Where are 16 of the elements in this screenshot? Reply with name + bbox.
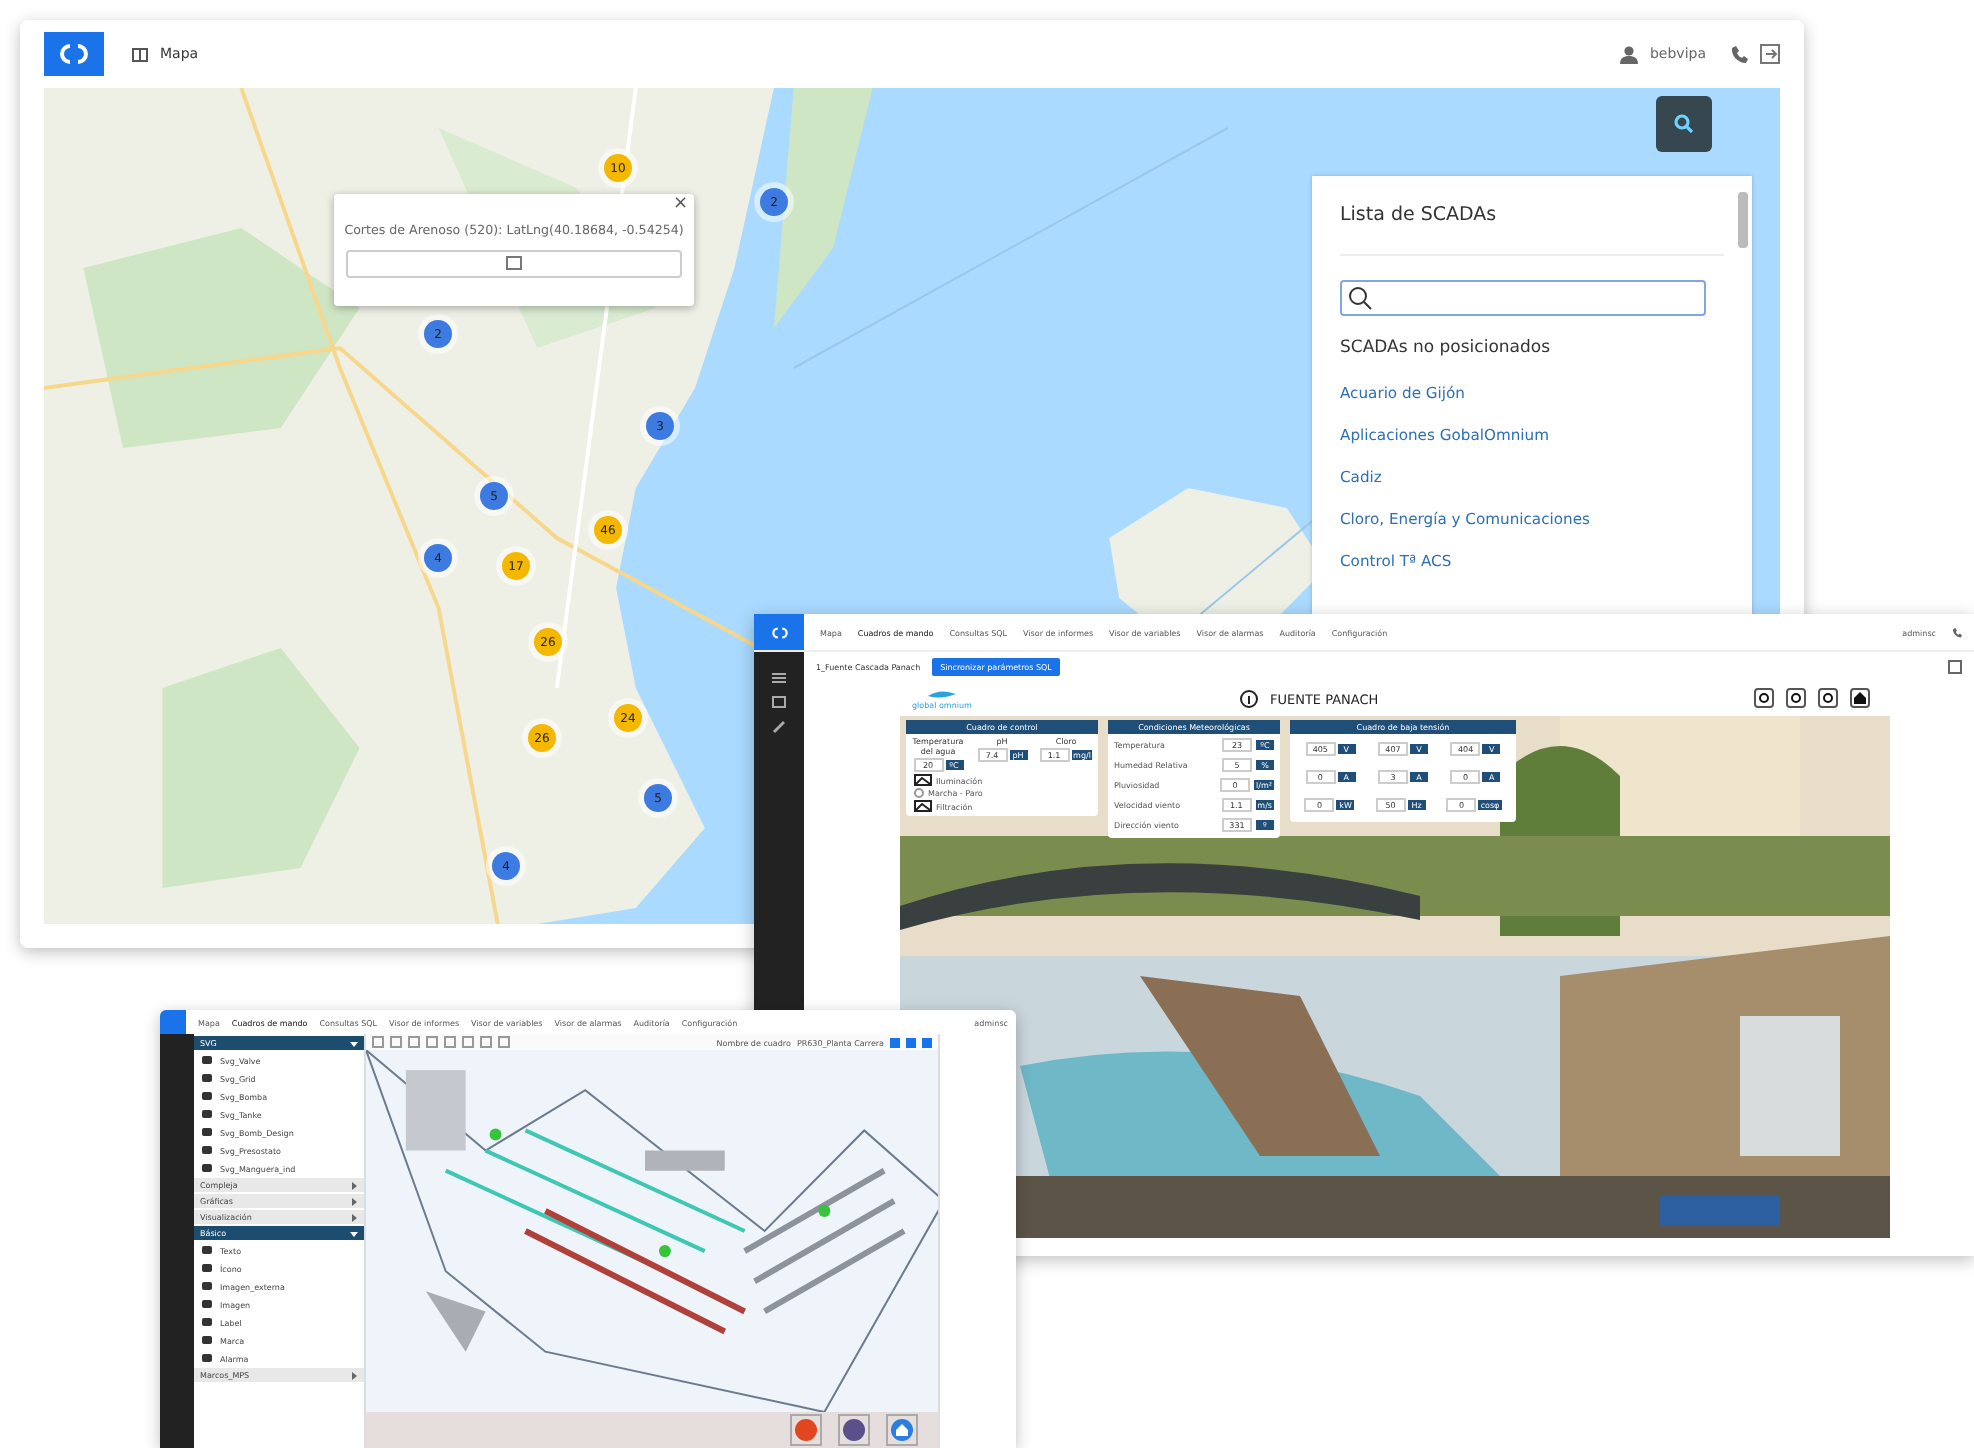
tool-icon[interactable] — [1786, 688, 1806, 708]
logo-icon[interactable] — [44, 32, 104, 76]
alarm-button[interactable] — [790, 1414, 822, 1446]
tool-icon[interactable] — [1818, 688, 1838, 708]
phone-icon[interactable] — [1730, 45, 1748, 63]
user-icon — [1619, 45, 1638, 63]
caret-down-icon — [350, 1229, 358, 1237]
caret-right-icon — [350, 1371, 358, 1379]
logout-icon[interactable] — [1760, 44, 1780, 64]
phone-icon[interactable] — [1952, 627, 1962, 637]
caret-down-icon — [350, 1039, 358, 1047]
home-icon[interactable] — [1850, 688, 1870, 708]
home-button[interactable] — [886, 1414, 918, 1446]
cloud-button[interactable] — [838, 1414, 870, 1446]
window-icon[interactable] — [1948, 660, 1962, 674]
map-icon — [132, 47, 148, 61]
